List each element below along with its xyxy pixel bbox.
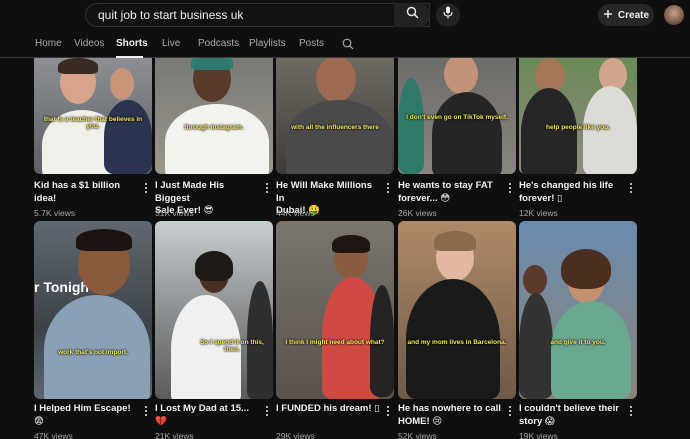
video-caption: I don't even go on TikTok myself. — [406, 114, 508, 121]
short-thumbnail[interactable]: So I spend it on this, then. — [155, 221, 273, 399]
short-thumbnail[interactable]: I think I might need about what? — [276, 221, 394, 399]
view-count: 12K views — [519, 208, 558, 218]
view-count: 29K views — [276, 431, 315, 439]
short-thumbnail[interactable]: and my mom lives in Barcelona. — [398, 221, 516, 399]
search-icon — [406, 6, 419, 24]
short-title: He wants to stay FAT forever... 😳 — [398, 180, 493, 204]
view-count: 21K views — [155, 431, 194, 439]
tab-videos[interactable]: Videos — [74, 38, 104, 49]
tab-home[interactable]: Home — [35, 38, 62, 49]
short-title: I Lost My Dad at 15... 💔 — [155, 403, 249, 427]
create-button[interactable]: Create — [598, 4, 654, 26]
more-options-icon[interactable] — [506, 405, 514, 417]
top-bar: quit job to start business uk Create — [0, 0, 690, 30]
voice-search-button[interactable] — [436, 3, 460, 27]
video-caption: and my mom lives in Barcelona. — [407, 339, 507, 346]
video-caption: with all the influencers there — [291, 124, 379, 131]
more-options-icon[interactable] — [627, 405, 635, 417]
short-thumbnail[interactable]: r Tonigh work that's not import. — [34, 221, 152, 399]
short-title: Kid has a $1 billion idea! — [34, 180, 121, 204]
short-title: I Helped Him Escape! 😨 — [34, 403, 131, 427]
search-box[interactable]: quit job to start business uk — [85, 3, 430, 27]
more-options-icon[interactable] — [263, 405, 271, 417]
tab-live[interactable]: Live — [162, 38, 180, 49]
search-input[interactable]: quit job to start business uk — [86, 8, 405, 22]
video-caption: help people like you. — [546, 124, 610, 131]
video-caption: I think I might need about what? — [285, 339, 385, 346]
short-title: He has nowhere to call HOME! 😢 — [398, 403, 501, 427]
video-caption: So I spend it on this, then. — [200, 339, 264, 353]
microphone-icon — [443, 6, 453, 24]
short-title: I couldn't believe their story 😱 — [519, 403, 619, 427]
video-caption: that is a teacher that believes in you. — [43, 116, 143, 130]
more-options-icon[interactable] — [142, 405, 150, 417]
short-thumbnail[interactable]: help people like you. — [519, 58, 637, 174]
create-label: Create — [617, 9, 650, 21]
video-caption: work that's not import. — [58, 349, 128, 356]
search-button[interactable] — [394, 3, 430, 27]
channel-search-icon[interactable] — [342, 37, 354, 55]
more-options-icon[interactable] — [142, 182, 150, 194]
short-thumbnail[interactable]: with all the influencers there — [276, 58, 394, 174]
short-thumbnail[interactable]: and give it to you. — [519, 221, 637, 399]
more-options-icon[interactable] — [627, 182, 635, 194]
view-count: 47K views — [34, 431, 73, 439]
more-options-icon[interactable] — [384, 182, 392, 194]
short-thumbnail[interactable]: that is a teacher that believes in you. — [34, 58, 152, 174]
more-options-icon[interactable] — [506, 182, 514, 194]
short-title: He's changed his life forever! ▯ — [519, 180, 614, 204]
view-count: 52K views — [398, 431, 437, 439]
video-caption: and give it to you. — [550, 339, 606, 346]
view-count: 19K views — [519, 431, 558, 439]
tab-shorts[interactable]: Shorts — [116, 38, 148, 49]
avatar[interactable] — [664, 5, 684, 25]
more-options-icon[interactable] — [263, 182, 271, 194]
video-caption: through Instagram. — [184, 124, 244, 131]
more-options-icon[interactable] — [384, 405, 392, 417]
view-count: 5.7K views — [34, 208, 76, 218]
view-count: 44K views — [276, 208, 315, 218]
view-count: 31K views — [155, 208, 194, 218]
tab-podcasts[interactable]: Podcasts — [198, 38, 239, 49]
short-thumbnail[interactable]: I don't even go on TikTok myself. — [398, 58, 516, 174]
short-title: I FUNDED his dream! ▯ — [276, 403, 380, 414]
tab-posts[interactable]: Posts — [299, 38, 324, 49]
tab-playlists[interactable]: Playlists — [249, 38, 286, 49]
storefront-sign: r Tonigh — [34, 279, 89, 295]
view-count: 26K views — [398, 208, 437, 218]
plus-icon — [603, 9, 613, 22]
short-thumbnail[interactable]: through Instagram. — [155, 58, 273, 174]
